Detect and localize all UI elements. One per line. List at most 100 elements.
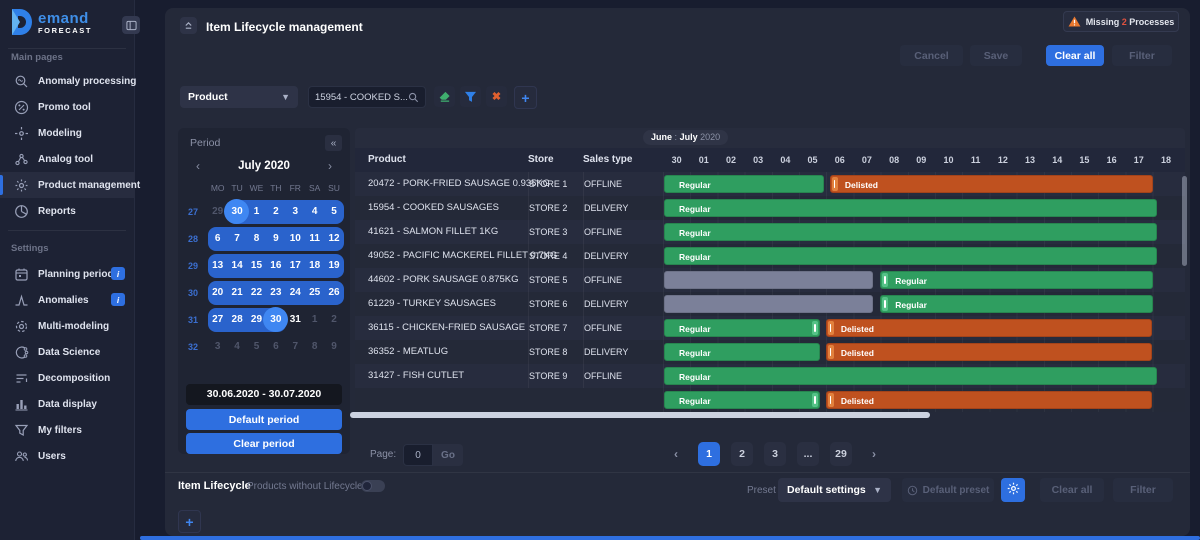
- go-button[interactable]: Go: [433, 444, 463, 466]
- calendar-day[interactable]: 28: [227, 308, 247, 332]
- bar-edge-marker[interactable]: [812, 393, 819, 407]
- sidebar-item-users[interactable]: Users: [0, 443, 135, 469]
- calendar-day[interactable]: 8: [246, 227, 267, 251]
- calendar-day[interactable]: 15: [246, 254, 267, 278]
- calendar-day[interactable]: 24: [285, 281, 305, 305]
- bar-edge-marker[interactable]: [831, 177, 838, 191]
- bar-edge-marker[interactable]: [827, 321, 834, 335]
- vertical-scrollbar-thumb[interactable]: [1182, 176, 1187, 266]
- table-row[interactable]: 49052 - PACIFIC MACKEREL FILLET 0.7KG STO…: [355, 244, 1185, 268]
- calendar-day[interactable]: 25: [304, 281, 325, 305]
- sidebar-item-reports[interactable]: Reports: [0, 198, 135, 224]
- sidebar-item-my-filters[interactable]: My filters: [0, 417, 135, 443]
- calendar-day[interactable]: 6: [208, 227, 228, 251]
- calendar-day[interactable]: 2: [266, 200, 286, 224]
- calendar-day[interactable]: 10: [285, 227, 305, 251]
- lifecycle-bar-delisted[interactable]: Delisted: [825, 343, 1152, 361]
- table-row[interactable]: 15954 - COOKED SAUSAGES STORE 2 DELIVERY Re…: [355, 196, 1185, 220]
- calendar-day[interactable]: 23: [266, 281, 286, 305]
- table-row[interactable]: 41621 - SALMON FILLET 1KG STORE 3 OFFLINE R…: [355, 220, 1185, 244]
- calendar-day[interactable]: 12: [324, 227, 344, 251]
- next-page-button[interactable]: ›: [863, 442, 885, 466]
- lifecycle-bar-regular[interactable]: Regular: [664, 199, 1158, 217]
- lifecycle-bar-regular[interactable]: Regular: [664, 247, 1158, 265]
- lifecycle-bar-regular[interactable]: Regular: [664, 343, 821, 361]
- page-button-1[interactable]: 1: [698, 442, 720, 466]
- bar-edge-marker[interactable]: [882, 297, 889, 311]
- sidebar-collapse-button[interactable]: [122, 16, 140, 34]
- calendar-day[interactable]: 18: [304, 254, 325, 278]
- calendar-day[interactable]: 19: [324, 254, 344, 278]
- clear-period-button[interactable]: Clear period: [186, 433, 342, 454]
- calendar-day[interactable]: 13: [208, 254, 228, 278]
- calendar-day[interactable]: 9: [266, 227, 286, 251]
- sidebar-item-data-display[interactable]: Data display: [0, 391, 135, 417]
- calendar-day[interactable]: 1: [246, 200, 267, 224]
- calendar-day[interactable]: 3: [285, 200, 305, 224]
- info-badge[interactable]: i: [111, 267, 125, 280]
- dimension-select[interactable]: Product ▼: [180, 86, 298, 108]
- lifecycle-bar-delisted[interactable]: Delisted: [829, 175, 1154, 193]
- default-period-button[interactable]: Default period: [186, 409, 342, 430]
- calendar-day[interactable]: 7: [286, 335, 305, 359]
- lifecycle-bar-regular[interactable]: Regular: [880, 271, 1154, 289]
- bar-edge-marker[interactable]: [812, 321, 819, 335]
- table-row[interactable]: 36115 - CHICKEN-FRIED SAUSAGE STORE 7 OFFL…: [355, 316, 1185, 340]
- add-lifecycle-button[interactable]: +: [178, 510, 201, 533]
- calendar-day[interactable]: 5: [247, 335, 266, 359]
- quick-filter-button[interactable]: [460, 86, 481, 107]
- calendar-day[interactable]: 8: [305, 335, 324, 359]
- calendar-day[interactable]: 11: [304, 227, 325, 251]
- products-without-lifecycle-toggle[interactable]: [361, 480, 385, 492]
- preset-select[interactable]: Default settings ▼: [778, 478, 891, 502]
- header-collapse-button[interactable]: [180, 17, 197, 34]
- table-row[interactable]: 36352 - MEATLUG STORE 8 DELIVERY Regular Del…: [355, 340, 1185, 364]
- calendar-day[interactable]: 31: [286, 308, 305, 332]
- page-button-3[interactable]: 3: [764, 442, 786, 466]
- calendar-day[interactable]: 26: [324, 281, 344, 305]
- calendar-day[interactable]: 9: [324, 335, 343, 359]
- page-number-input[interactable]: [403, 444, 433, 466]
- sidebar-item-anomalies[interactable]: Anomalies i: [0, 287, 135, 313]
- calendar-day[interactable]: 17: [285, 254, 305, 278]
- info-badge[interactable]: i: [111, 293, 125, 306]
- eraser-button[interactable]: [434, 86, 455, 107]
- table-row[interactable]: 20472 - PORK-FRIED SAUSAGE 0.935KG STORE …: [355, 172, 1185, 196]
- lifecycle-bar-regular[interactable]: Regular: [664, 175, 825, 193]
- bar-edge-marker[interactable]: [827, 345, 834, 359]
- calendar-day[interactable]: 30: [263, 307, 289, 332]
- calendar-day[interactable]: 7: [227, 227, 247, 251]
- lifecycle-bar-delisted[interactable]: Delisted: [825, 319, 1152, 337]
- preset-settings-button[interactable]: [1001, 478, 1025, 502]
- sidebar-item-decomposition[interactable]: Decomposition: [0, 365, 135, 391]
- calendar-day[interactable]: 22: [246, 281, 267, 305]
- lifecycle-bar-empty[interactable]: [664, 271, 874, 289]
- calendar-day[interactable]: 16: [266, 254, 286, 278]
- calendar-day[interactable]: 21: [227, 281, 247, 305]
- sidebar-item-planning-period[interactable]: Planning period i: [0, 261, 135, 287]
- page-button-[interactable]: ...: [797, 442, 819, 466]
- calendar-day[interactable]: 3: [208, 335, 227, 359]
- page-button-2[interactable]: 2: [731, 442, 753, 466]
- calendar-day[interactable]: 4: [304, 200, 325, 224]
- filter-button[interactable]: Filter: [1112, 45, 1172, 66]
- table-row[interactable]: Regular Delisted: [355, 388, 1185, 412]
- lifecycle-bar-delisted[interactable]: Delisted: [825, 391, 1152, 409]
- sidebar-item-analog-tool[interactable]: Analog tool: [0, 146, 135, 172]
- save-button[interactable]: Save: [970, 45, 1022, 66]
- remove-filter-button[interactable]: ✖: [486, 86, 507, 107]
- calendar-day[interactable]: 30: [224, 199, 250, 224]
- sidebar-item-promo-tool[interactable]: Promo tool: [0, 94, 135, 120]
- footer-clear-all-button[interactable]: Clear all: [1040, 478, 1104, 502]
- cancel-button[interactable]: Cancel: [900, 45, 963, 66]
- sidebar-item-modeling[interactable]: Modeling: [0, 120, 135, 146]
- lifecycle-bar-regular[interactable]: Regular: [664, 367, 1158, 385]
- prev-month-button[interactable]: ‹: [190, 158, 206, 174]
- clear-all-button[interactable]: Clear all: [1046, 45, 1104, 66]
- lifecycle-bar-regular[interactable]: Regular: [664, 319, 821, 337]
- calendar-day[interactable]: 6: [266, 335, 285, 359]
- calendar-day[interactable]: 14: [227, 254, 247, 278]
- next-month-button[interactable]: ›: [322, 158, 338, 174]
- calendar-day[interactable]: 5: [324, 200, 344, 224]
- sidebar-item-data-science[interactable]: Data Science: [0, 339, 135, 365]
